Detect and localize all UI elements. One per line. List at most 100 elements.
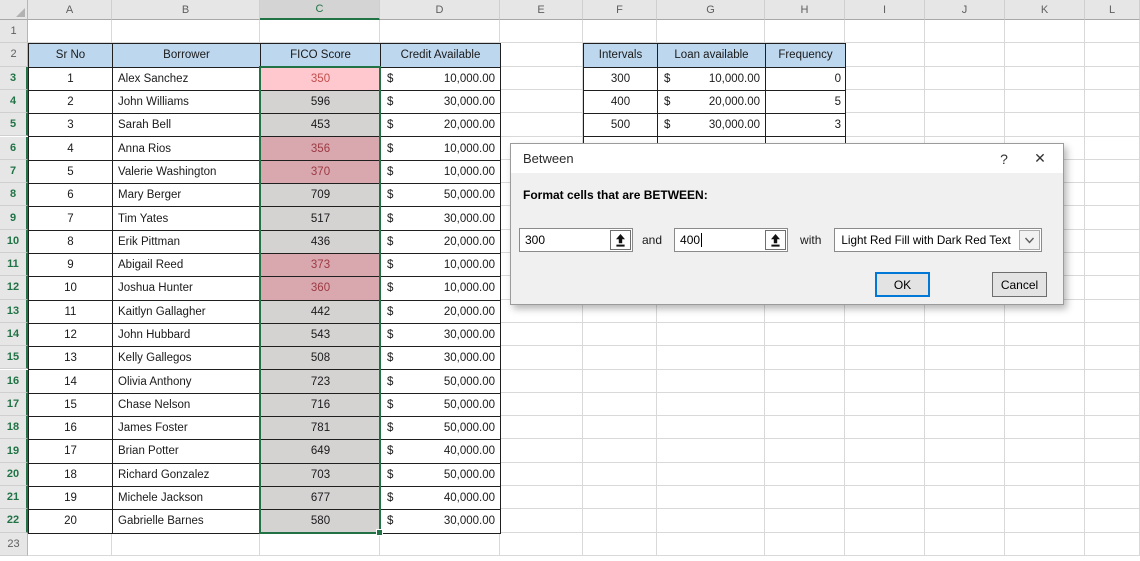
sr-no-cell[interactable]: 8	[29, 230, 113, 254]
sr-no-cell[interactable]: 14	[29, 370, 113, 394]
column-header-E[interactable]: E	[500, 0, 583, 20]
borrower-cell[interactable]: Kelly Gallegos	[113, 347, 261, 371]
close-icon[interactable]: ✕	[1033, 150, 1047, 167]
row-header-9[interactable]: 9	[0, 206, 28, 230]
row-header-18[interactable]: 18	[0, 416, 28, 440]
row-header-8[interactable]: 8	[0, 183, 28, 207]
fico-score-cell[interactable]: 508	[261, 347, 381, 371]
credit-available-cell[interactable]: $40,000.00	[381, 440, 501, 464]
credit-available-cell[interactable]: $30,000.00	[381, 347, 501, 371]
credit-available-cell[interactable]: $10,000.00	[381, 277, 501, 301]
row-header-19[interactable]: 19	[0, 439, 28, 463]
sr-no-cell[interactable]: 16	[29, 417, 113, 441]
column-header-J[interactable]: J	[925, 0, 1005, 20]
credit-available-cell[interactable]: $10,000.00	[381, 67, 501, 91]
column-header-C[interactable]: C	[260, 0, 380, 20]
sr-no-cell[interactable]: 9	[29, 253, 113, 278]
row-header-23[interactable]: 23	[0, 532, 28, 556]
column-header-K[interactable]: K	[1005, 0, 1085, 20]
sr-no-cell[interactable]: 1	[29, 67, 113, 91]
header-cell[interactable]: Credit Available	[381, 44, 501, 68]
borrower-cell[interactable]: Brian Potter	[113, 440, 261, 464]
column-header-D[interactable]: D	[380, 0, 500, 20]
sr-no-cell[interactable]: 5	[29, 160, 113, 185]
borrower-cell[interactable]: James Foster	[113, 417, 261, 441]
row-header-1[interactable]: 1	[0, 20, 28, 44]
fico-score-cell[interactable]: 370	[261, 160, 381, 185]
borrower-cell[interactable]: Sarah Bell	[113, 114, 261, 138]
fico-score-cell[interactable]: 781	[261, 417, 381, 441]
collapse-dialog-button-max[interactable]	[765, 230, 787, 250]
fico-score-cell[interactable]: 442	[261, 300, 381, 324]
fico-score-cell[interactable]: 356	[261, 137, 381, 161]
column-header-H[interactable]: H	[765, 0, 845, 20]
fico-score-cell[interactable]: 723	[261, 370, 381, 394]
row-header-17[interactable]: 17	[0, 392, 28, 417]
fico-score-cell[interactable]: 436	[261, 230, 381, 254]
row-header-22[interactable]: 22	[0, 509, 28, 533]
credit-available-cell[interactable]: $30,000.00	[381, 510, 501, 534]
fico-score-cell[interactable]: 596	[261, 90, 381, 115]
loan-available-cell[interactable]: $30,000.00	[658, 114, 766, 138]
sr-no-cell[interactable]: 12	[29, 323, 113, 348]
row-header-6[interactable]: 6	[0, 136, 28, 160]
borrower-cell[interactable]: Richard Gonzalez	[113, 463, 261, 487]
interval-cell[interactable]: 300	[584, 67, 658, 91]
header-cell[interactable]: Loan available	[658, 44, 766, 68]
sr-no-cell[interactable]: 19	[29, 486, 113, 511]
credit-available-cell[interactable]: $50,000.00	[381, 370, 501, 394]
sr-no-cell[interactable]: 13	[29, 347, 113, 371]
row-header-20[interactable]: 20	[0, 462, 28, 486]
credit-available-cell[interactable]: $30,000.00	[381, 323, 501, 348]
max-value-input[interactable]: 400	[674, 228, 789, 252]
sr-no-cell[interactable]: 6	[29, 184, 113, 208]
dialog-titlebar[interactable]: Between ? ✕	[511, 144, 1063, 173]
borrower-cell[interactable]: Alex Sanchez	[113, 67, 261, 91]
borrower-cell[interactable]: Mary Berger	[113, 184, 261, 208]
cancel-button[interactable]: Cancel	[992, 272, 1047, 297]
borrower-cell[interactable]: Michele Jackson	[113, 486, 261, 511]
collapse-dialog-button-min[interactable]	[610, 230, 631, 250]
borrower-cell[interactable]: Tim Yates	[113, 207, 261, 231]
fico-score-cell[interactable]: 517	[261, 207, 381, 231]
row-header-16[interactable]: 16	[0, 369, 28, 393]
loan-available-cell[interactable]: $20,000.00	[658, 90, 766, 115]
credit-available-cell[interactable]: $30,000.00	[381, 90, 501, 115]
row-header-12[interactable]: 12	[0, 276, 28, 300]
sr-no-cell[interactable]: 17	[29, 440, 113, 464]
format-style-dropdown[interactable]: Light Red Fill with Dark Red Text	[834, 228, 1043, 252]
borrower-cell[interactable]: Valerie Washington	[113, 160, 261, 185]
sr-no-cell[interactable]: 18	[29, 463, 113, 487]
help-button[interactable]: ?	[997, 151, 1011, 167]
fico-score-cell[interactable]: 649	[261, 440, 381, 464]
fico-score-cell[interactable]: 703	[261, 463, 381, 487]
credit-available-cell[interactable]: $50,000.00	[381, 417, 501, 441]
dropdown-button[interactable]	[1019, 230, 1041, 250]
column-header-B[interactable]: B	[112, 0, 260, 20]
credit-available-cell[interactable]: $10,000.00	[381, 160, 501, 185]
fico-score-cell[interactable]: 580	[261, 510, 381, 534]
borrower-cell[interactable]: Anna Rios	[113, 137, 261, 161]
fico-score-cell[interactable]: 716	[261, 393, 381, 418]
column-header-A[interactable]: A	[28, 0, 112, 20]
credit-available-cell[interactable]: $20,000.00	[381, 300, 501, 324]
fill-handle[interactable]	[376, 528, 383, 536]
fico-score-cell[interactable]: 709	[261, 184, 381, 208]
fico-score-cell[interactable]: 543	[261, 323, 381, 348]
column-header-F[interactable]: F	[583, 0, 657, 20]
borrower-cell[interactable]: Kaitlyn Gallagher	[113, 300, 261, 324]
credit-available-cell[interactable]: $50,000.00	[381, 184, 501, 208]
select-all-corner[interactable]	[0, 0, 28, 20]
sr-no-cell[interactable]: 4	[29, 137, 113, 161]
interval-cell[interactable]: 500	[584, 114, 658, 138]
ok-button[interactable]: OK	[875, 272, 930, 297]
sr-no-cell[interactable]: 7	[29, 207, 113, 231]
frequency-cell[interactable]: 3	[766, 114, 846, 138]
fico-score-cell[interactable]: 373	[261, 253, 381, 278]
borrower-cell[interactable]: Olivia Anthony	[113, 370, 261, 394]
credit-available-cell[interactable]: $20,000.00	[381, 230, 501, 254]
credit-available-cell[interactable]: $40,000.00	[381, 486, 501, 511]
header-cell[interactable]: Borrower	[113, 44, 261, 68]
sr-no-cell[interactable]: 2	[29, 90, 113, 115]
sr-no-cell[interactable]: 15	[29, 393, 113, 418]
